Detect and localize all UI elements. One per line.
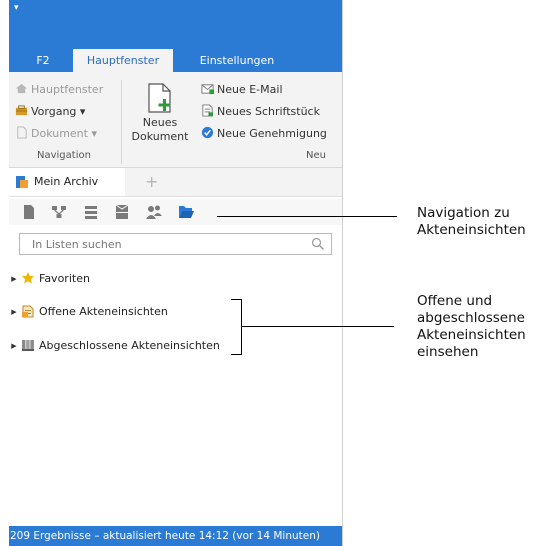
home-icon	[15, 83, 28, 94]
dokument-dropdown[interactable]: Dokument ▾	[15, 125, 97, 143]
neues-schriftstueck-button[interactable]: Neues Schriftstück	[201, 103, 320, 121]
network-icon[interactable]	[50, 203, 68, 221]
tree-item-offene-akteneinsichten[interactable]: ▶ Offene Akteneinsichten	[9, 303, 168, 321]
bracket-top	[231, 299, 241, 300]
new-document-label-line2: Dokument	[131, 130, 189, 143]
hauptfenster-button[interactable]: Hauptfenster	[15, 81, 103, 99]
group-separator	[121, 80, 122, 164]
quick-access-dropdown-icon[interactable]: ▾	[14, 4, 19, 13]
new-letter-icon	[202, 104, 214, 117]
callout-line-open-closed	[241, 326, 394, 327]
tree-item-abgeschlossene-akteneinsichten[interactable]: ▶ Abgeschlossene Akteneinsichten	[9, 337, 220, 355]
search-input[interactable]	[20, 234, 312, 254]
status-bar: 209 Ergebnisse – aktualisiert heute 14:1…	[9, 526, 342, 546]
title-bar: ▾ F2 Hauptfenster Einstellungen	[9, 0, 342, 72]
new-document-icon	[148, 83, 171, 113]
list-icon[interactable]	[82, 203, 100, 221]
navigation-group-label: Navigation	[37, 150, 91, 161]
star-icon	[22, 272, 34, 284]
search-icon[interactable]	[311, 237, 325, 251]
folder-open-icon[interactable]	[177, 203, 195, 221]
expand-caret-icon[interactable]: ▶	[9, 270, 19, 288]
neues-dokument-button[interactable]: Neues Dokument	[128, 78, 192, 148]
tab-einstellungen[interactable]: Einstellungen	[189, 49, 285, 72]
vorgang-dropdown[interactable]: Vorgang ▾	[15, 103, 85, 121]
case-icon	[15, 105, 28, 116]
add-tab-button[interactable]: +	[145, 172, 158, 191]
document-icon[interactable]	[20, 203, 38, 221]
view-toolbar	[9, 199, 342, 225]
tab-hauptfenster[interactable]: Hauptfenster	[73, 49, 173, 72]
callout-navigation: Navigation zu Akteneinsichten	[417, 205, 526, 238]
open-files-icon	[22, 305, 34, 318]
ribbon: Hauptfenster Vorgang ▾ Dokument ▾ Naviga…	[9, 72, 342, 168]
search-box[interactable]	[19, 233, 332, 255]
expand-caret-icon[interactable]: ▶	[9, 303, 19, 321]
neu-group-label: Neu	[306, 150, 326, 161]
approval-check-icon	[201, 126, 214, 139]
tab-mein-archiv[interactable]: Mein Archiv	[9, 168, 125, 196]
closed-files-icon	[22, 340, 34, 351]
document-tab-strip: Mein Archiv +	[9, 168, 342, 197]
bracket-vertical	[241, 299, 242, 355]
callout-line-navigation	[217, 216, 397, 217]
new-email-icon	[201, 84, 214, 95]
tree-item-favoriten[interactable]: ▶ Favoriten	[9, 270, 90, 288]
application-window: ▾ F2 Hauptfenster Einstellungen Hauptfen…	[9, 0, 343, 546]
email-stack-icon[interactable]	[113, 203, 131, 221]
tab-f2[interactable]: F2	[23, 49, 63, 72]
document-outline-icon	[17, 126, 27, 139]
neue-genehmigung-button[interactable]: Neue Genehmigung	[201, 125, 327, 143]
people-icon[interactable]	[145, 203, 163, 221]
callout-open-closed: Offene und abgeschlossene Akteneinsichte…	[417, 293, 526, 360]
neue-email-button[interactable]: Neue E-Mail	[201, 81, 283, 99]
new-document-label-line1: Neues	[142, 116, 178, 129]
archive-icon	[16, 176, 28, 188]
expand-caret-icon[interactable]: ▶	[9, 337, 19, 355]
bracket-bottom	[231, 354, 241, 355]
